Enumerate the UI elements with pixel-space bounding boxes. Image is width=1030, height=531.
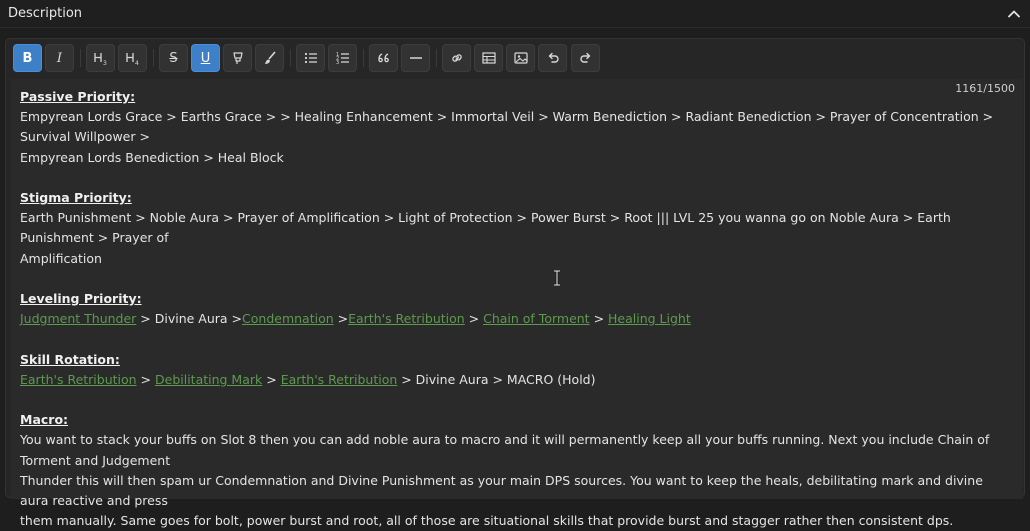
underline-button[interactable]: U (191, 44, 220, 72)
skill-rotation-line: Earth's Retribution > Debilitating Mark … (20, 371, 596, 387)
link-icon (451, 54, 462, 62)
heading3-button[interactable]: 3 (86, 44, 115, 72)
toolbar-divider (153, 49, 154, 67)
numbered-list-icon: 123 (336, 52, 349, 66)
table-icon (481, 52, 496, 64)
italic-button[interactable]: I (45, 44, 74, 72)
stigma-priority-heading: Stigma Priority: (20, 190, 132, 205)
bold-button[interactable]: B (13, 44, 42, 72)
editor-content[interactable]: Passive Priority: Empyrean Lords Grace >… (20, 87, 1010, 531)
heading3-icon: 3 (93, 53, 107, 66)
redo-icon (579, 52, 590, 63)
text-cursor-icon (554, 270, 560, 286)
undo-icon (548, 52, 559, 63)
skill-link[interactable]: Judgment Thunder (20, 311, 136, 326)
skill-link[interactable]: Earth's Retribution (281, 372, 398, 387)
rich-text-editor[interactable]: 1161/1500 Passive Priority: Empyrean Lor… (11, 79, 1023, 528)
bullet-list-button[interactable] (296, 44, 325, 72)
numbered-list-button[interactable]: 123 (328, 44, 357, 72)
macro-heading: Macro: (20, 412, 69, 428)
leveling-priority-line: Judgment Thunder > Divine Aura >Condemna… (20, 311, 691, 327)
skill-link[interactable]: Condemnation (242, 311, 334, 326)
svg-text:4: 4 (135, 60, 139, 66)
image-icon (513, 52, 528, 64)
stigma-priority-line: Earth Punishment > Noble Aura > Prayer o… (20, 210, 951, 246)
passive-priority-line: Empyrean Lords Grace > Earths Grace > > … (20, 109, 994, 145)
editor-panel: B I 3 4 S U 123 1161/1500 Passive Priori… (5, 38, 1025, 528)
strikethrough-button[interactable]: S (159, 44, 188, 72)
svg-text:3: 3 (103, 60, 107, 66)
quote-icon (377, 53, 389, 63)
passive-priority-heading: Passive Priority: (20, 89, 136, 104)
stigma-priority-line: Amplification (20, 250, 102, 266)
leveling-priority-heading: Leveling Priority: (20, 291, 142, 306)
table-button[interactable] (474, 44, 503, 72)
skill-link[interactable]: Chain of Torment (483, 311, 589, 326)
redo-button[interactable] (571, 44, 600, 72)
heading4-button[interactable]: 4 (118, 44, 147, 72)
toolbar-divider (80, 49, 81, 67)
formatting-toolbar: B I 3 4 S U 123 (6, 39, 1024, 79)
highlighter-icon (232, 52, 243, 64)
toolbar-divider (363, 49, 364, 67)
section-title: Description (8, 6, 83, 21)
brush-button[interactable] (255, 44, 284, 72)
brush-icon (264, 51, 276, 64)
skill-link[interactable]: Earth's Retribution (20, 372, 137, 387)
chevron-up-icon[interactable] (1006, 6, 1022, 22)
toolbar-divider (436, 49, 437, 67)
passive-priority-line: Empyrean Lords Benediction > Heal Block (20, 149, 284, 165)
highlighter-button[interactable] (223, 44, 252, 72)
description-header[interactable]: Description (0, 0, 1030, 28)
skill-link[interactable]: Earth's Retribution (348, 311, 465, 326)
skill-link[interactable]: Healing Light (608, 311, 691, 326)
bullet-list-icon (304, 52, 317, 64)
undo-button[interactable] (538, 44, 567, 72)
image-button[interactable] (506, 44, 535, 72)
macro-line: You want to stack your buffs on Slot 8 t… (20, 432, 990, 468)
macro-line: Thunder this will then spam ur Condemnat… (20, 472, 983, 508)
skill-rotation-heading: Skill Rotation: (20, 351, 120, 367)
heading4-icon: 4 (125, 53, 139, 66)
minus-icon (409, 57, 422, 59)
svg-text:3: 3 (336, 60, 339, 66)
macro-line: them manually. Same goes for bolt, power… (20, 513, 954, 529)
toolbar-divider (290, 49, 291, 67)
skill-link[interactable]: Debilitating Mark (155, 372, 262, 387)
quote-button[interactable] (369, 44, 398, 72)
horizontal-rule-button[interactable] (401, 44, 430, 72)
link-button[interactable] (442, 44, 471, 72)
